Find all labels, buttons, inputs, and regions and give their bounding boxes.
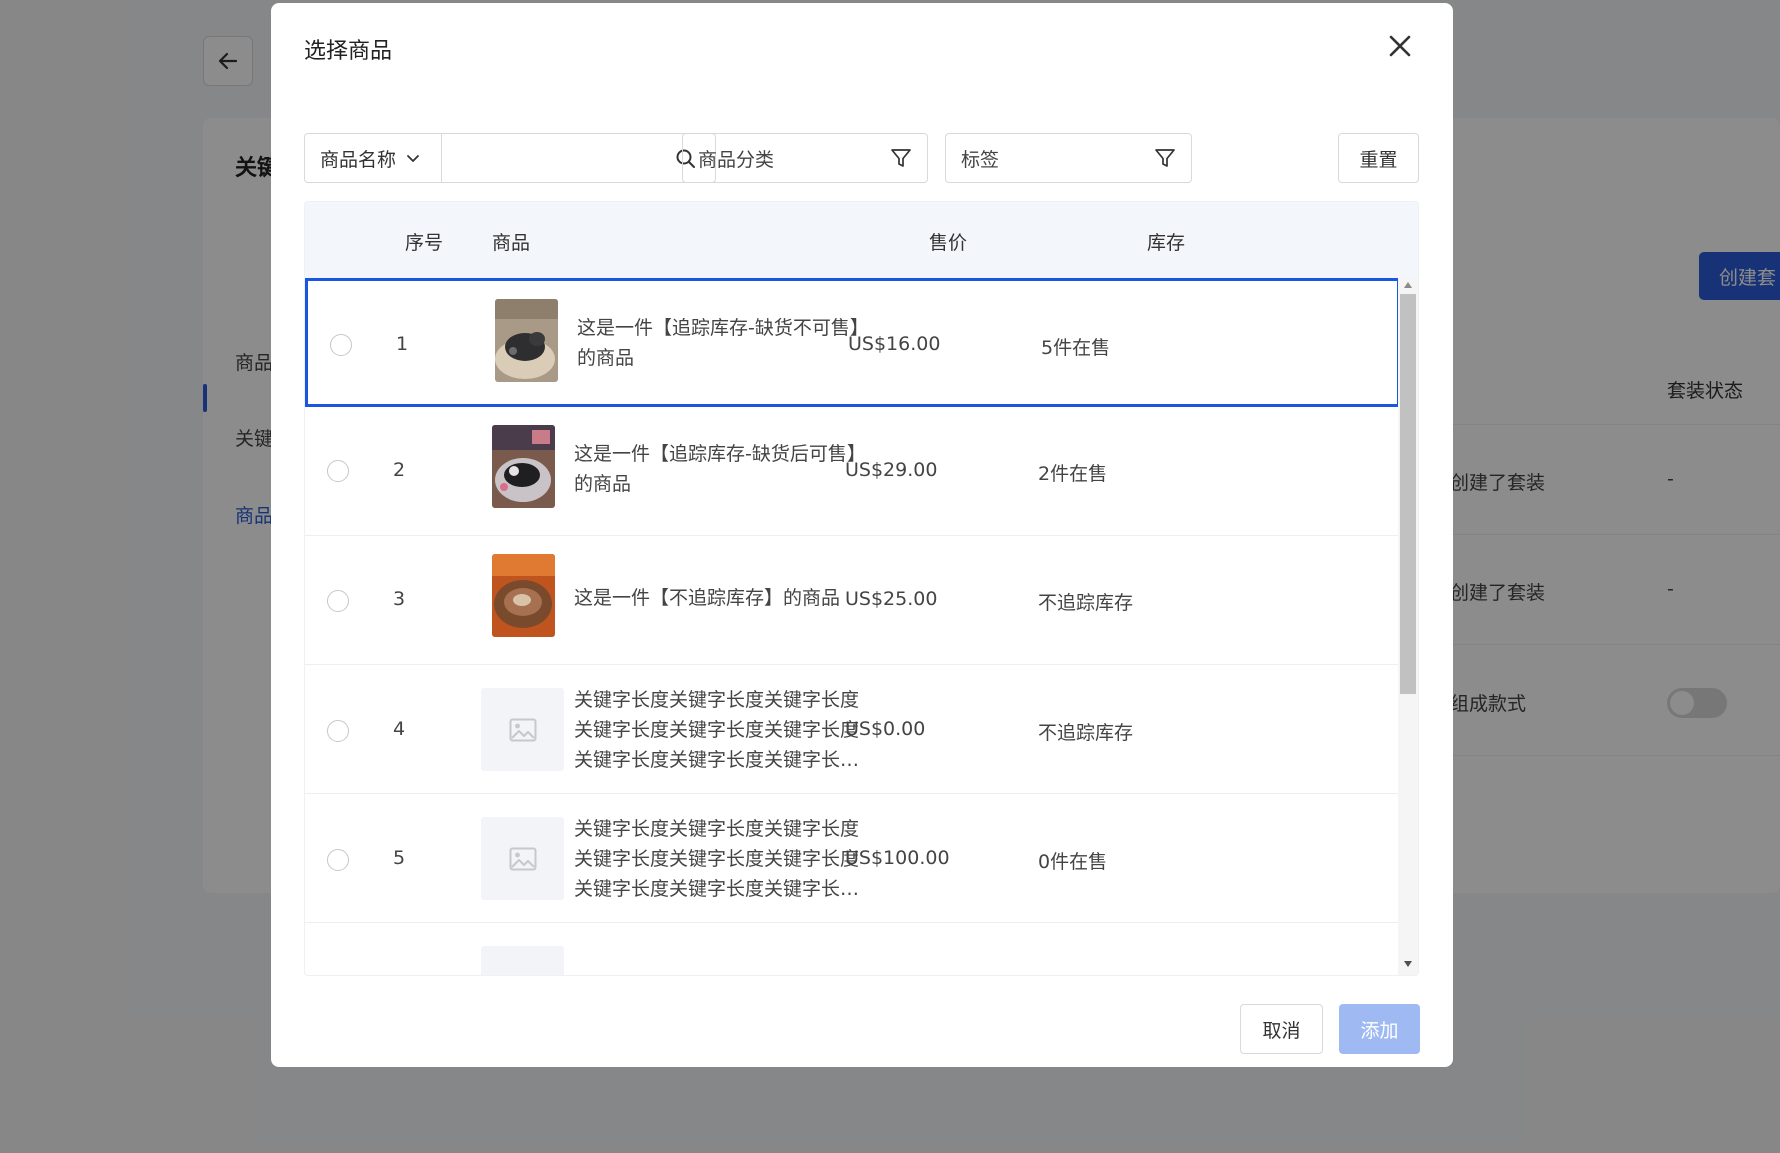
tag-filter-label: 标签 [961, 148, 1000, 171]
category-filter[interactable]: 商品分类 [682, 133, 928, 183]
category-filter-label: 商品分类 [698, 148, 775, 171]
product-price: US$16.00 [848, 333, 941, 355]
table-header: 序号 商品 售价 库存 [305, 202, 1418, 278]
row-radio[interactable] [327, 590, 349, 612]
column-header-stock: 库存 [1147, 232, 1186, 254]
row-index: 2 [393, 459, 406, 481]
table-scrollbar[interactable] [1398, 278, 1418, 975]
product-stock: 2件在售 [1038, 463, 1108, 485]
product-name: 这是一件【不追踪库存】的商品 [574, 587, 841, 609]
filter-icon [1155, 149, 1175, 167]
scrollbar-thumb[interactable] [1400, 294, 1416, 694]
scroll-up-arrow-icon[interactable] [1404, 282, 1412, 288]
column-header-product: 商品 [492, 232, 531, 254]
search-field-label: 商品名称 [320, 148, 397, 171]
table-body: 1 这是一件【追踪库存-缺货不可售】的商品 US$16.00 5件在售 2 这是… [305, 278, 1400, 975]
row-radio[interactable] [330, 334, 352, 356]
product-name: 关键字长度关键字长度关键字长度关键字长度关键字长度关键字长度关键字长度关键字长度… [574, 818, 860, 900]
search-group: 商品名称 [304, 133, 716, 183]
search-field-select[interactable]: 商品名称 [305, 134, 442, 182]
column-header-index: 序号 [405, 232, 444, 254]
modal-title: 选择商品 [304, 39, 393, 64]
product-name: 这是一件【追踪库存-缺货后可售】的商品 [574, 443, 866, 495]
product-stock: 不追踪库存 [1038, 592, 1134, 614]
table-row[interactable]: 3 这是一件【不追踪库存】的商品 US$25.00 不追踪库存 [305, 536, 1400, 665]
close-icon[interactable] [1385, 31, 1415, 61]
product-name: 这是一件【追踪库存-缺货不可售】的商品 [577, 317, 869, 369]
product-stock: 5件在售 [1041, 337, 1111, 359]
product-stock: 0件在售 [1038, 851, 1108, 873]
row-radio[interactable] [327, 720, 349, 742]
photo-pet-bed-brown [492, 554, 555, 637]
product-price: US$100.00 [845, 847, 950, 869]
row-index: 4 [393, 718, 406, 740]
row-radio[interactable] [327, 460, 349, 482]
photo-dog-gray [495, 299, 558, 382]
product-name: 关键字长度关键字长度关键字长度关键字长度关键字长度关键字长度关键字长度关键字长度… [574, 689, 860, 771]
product-thumbnail [492, 554, 555, 637]
product-price: US$0.00 [845, 718, 926, 740]
table-row[interactable]: 4 关键字长度关键字长度关键字长度关键字长度关键字长度关键字长度关键字长度关键字… [305, 665, 1400, 794]
select-product-modal: 选择商品 商品名称 商品分类 标签 重置 序号 商品 售价 库存 1 这是一件【… [271, 3, 1453, 1067]
search-input-wrapper [442, 134, 715, 182]
image-placeholder-icon [509, 718, 536, 741]
row-index: 5 [393, 847, 406, 869]
product-price: US$25.00 [845, 588, 938, 610]
table-row[interactable]: 1 这是一件【追踪库存-缺货不可售】的商品 US$16.00 5件在售 [305, 278, 1400, 407]
column-header-price: 售价 [929, 232, 968, 254]
row-index: 3 [393, 588, 406, 610]
filter-icon [891, 149, 911, 167]
product-price: US$29.00 [845, 459, 938, 481]
tag-filter[interactable]: 标签 [945, 133, 1192, 183]
product-thumbnail-placeholder [481, 946, 564, 975]
scroll-down-arrow-icon[interactable] [1404, 961, 1412, 967]
product-thumbnail-placeholder [481, 817, 564, 900]
product-thumbnail [492, 425, 555, 508]
photo-dog-bed [492, 425, 555, 508]
product-thumbnail-placeholder [481, 688, 564, 771]
table-row[interactable]: 2 这是一件【追踪库存-缺货后可售】的商品 US$29.00 2件在售 [305, 407, 1400, 536]
product-table: 序号 商品 售价 库存 1 这是一件【追踪库存-缺货不可售】的商品 US$16.… [304, 201, 1419, 976]
row-index: 1 [396, 333, 409, 355]
reset-button[interactable]: 重置 [1338, 133, 1419, 183]
product-stock: 不追踪库存 [1038, 722, 1134, 744]
table-row[interactable]: 5 关键字长度关键字长度关键字长度关键字长度关键字长度关键字长度关键字长度关键字… [305, 794, 1400, 923]
row-radio[interactable] [327, 849, 349, 871]
add-button[interactable]: 添加 [1339, 1004, 1420, 1054]
chevron-down-icon [407, 155, 419, 162]
table-row[interactable] [305, 923, 1400, 975]
image-placeholder-icon [509, 847, 536, 870]
filter-row: 商品名称 商品分类 标签 重置 [304, 133, 1419, 185]
cancel-button[interactable]: 取消 [1240, 1004, 1323, 1054]
product-thumbnail [495, 299, 558, 382]
